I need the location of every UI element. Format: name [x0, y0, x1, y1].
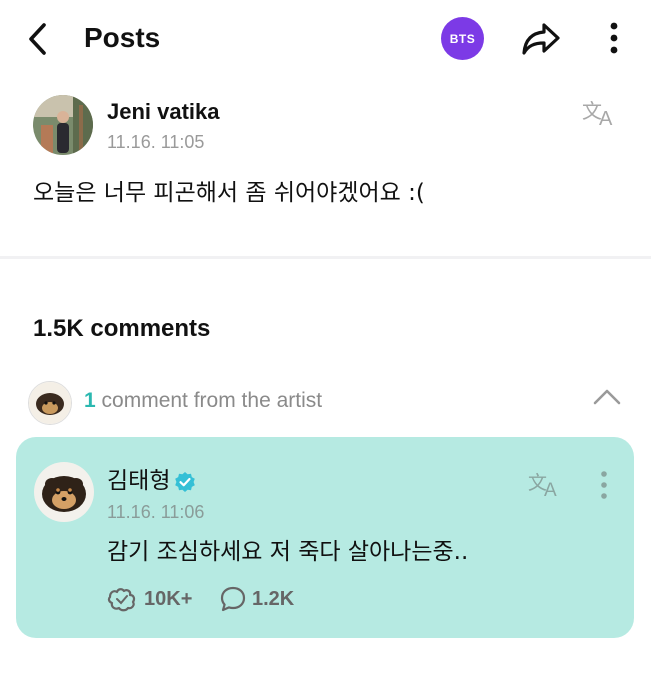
community-badge[interactable]: BTS — [441, 17, 484, 60]
svg-text:A: A — [599, 108, 613, 128]
like-count: 10K+ — [144, 588, 193, 610]
artist-comment-count: 1 — [84, 389, 96, 412]
comments-count: 1.5K comments — [33, 315, 211, 342]
more-vertical-icon — [601, 471, 607, 499]
more-options-button[interactable] — [602, 18, 626, 58]
like-icon — [107, 588, 136, 612]
translate-icon: 文 A — [582, 99, 613, 130]
translate-icon: 文 A — [528, 472, 557, 501]
like-button[interactable] — [106, 585, 138, 613]
svg-text:A: A — [544, 480, 557, 499]
artist-mini-avatar — [28, 381, 72, 425]
artist-name[interactable]: 김태형 — [107, 466, 170, 496]
more-vertical-icon — [610, 22, 618, 54]
comment-body-text: 감기 조심하세요 저 죽다 살아나는중.. — [107, 539, 469, 565]
chevron-up-icon — [593, 389, 621, 405]
reply-count: 1.2K — [252, 588, 295, 610]
reply-button[interactable] — [219, 585, 247, 613]
section-divider — [0, 256, 651, 259]
translate-post-button[interactable]: 文 A — [582, 96, 620, 130]
comment-bubble-icon — [220, 586, 246, 612]
collapse-button[interactable] — [592, 386, 622, 408]
post-body-text: 오늘은 너무 피곤해서 좀 쉬어야겠어요 :( — [33, 180, 425, 206]
page-title: Posts — [84, 22, 161, 53]
artist-avatar[interactable] — [34, 462, 94, 522]
author-avatar[interactable] — [33, 95, 93, 155]
comment-timestamp: 11.16. 11:06 — [107, 502, 205, 522]
translate-comment-button[interactable]: 文 A — [528, 467, 564, 501]
artist-comments-toggle[interactable]: 1 comment from the artist — [84, 388, 322, 414]
comment-more-button[interactable] — [595, 468, 613, 504]
share-arrow-icon — [522, 23, 560, 55]
post-timestamp: 11.16. 11:05 — [107, 132, 205, 152]
chevron-left-icon — [29, 23, 46, 55]
share-button[interactable] — [520, 20, 562, 58]
back-button[interactable] — [22, 20, 56, 58]
post-author-name[interactable]: Jeni vatika — [107, 98, 220, 126]
artist-comment-label: comment from the artist — [101, 389, 323, 412]
verified-badge-icon — [174, 471, 196, 493]
